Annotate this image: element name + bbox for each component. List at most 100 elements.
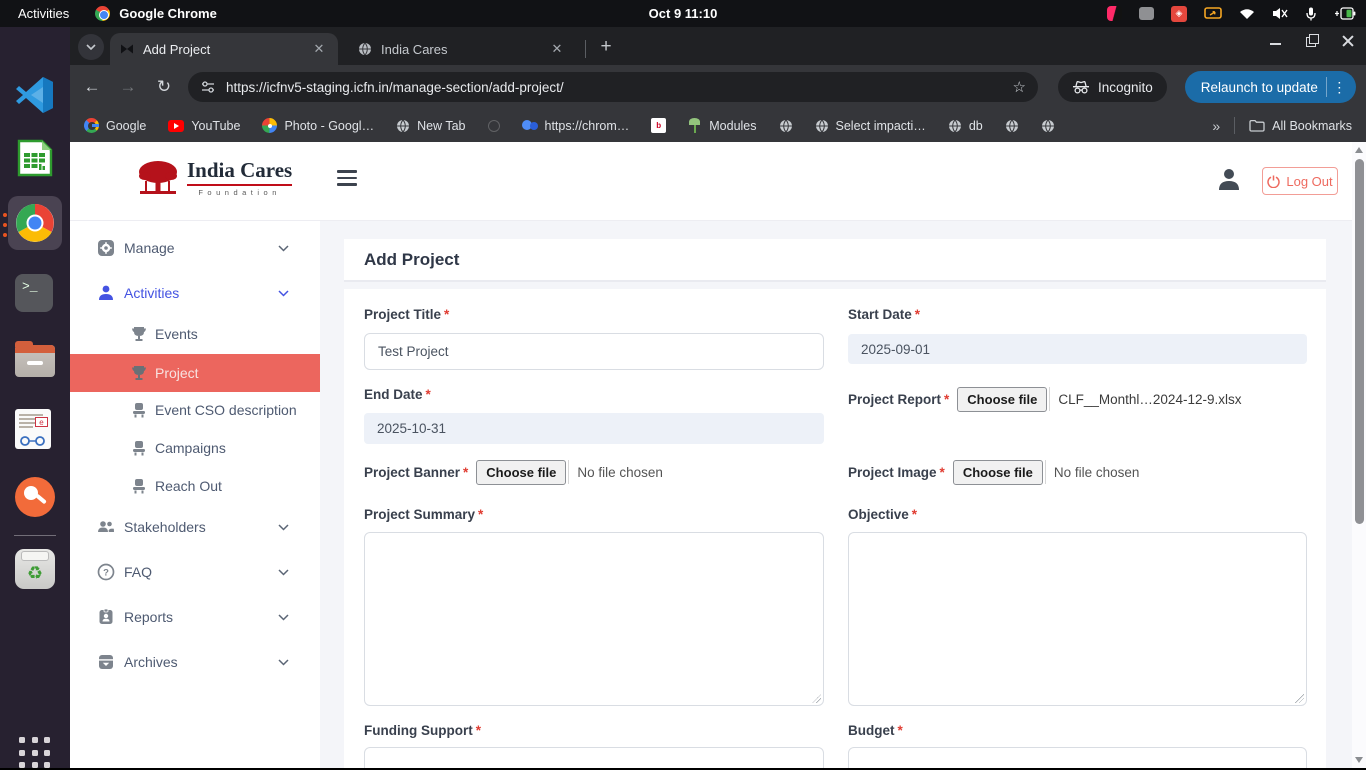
logout-button[interactable]: Log Out [1262, 167, 1338, 195]
dock-files-icon[interactable] [15, 341, 55, 381]
dock-libreoffice-calc-icon[interactable] [15, 139, 55, 179]
url-text[interactable]: https://icfnv5-staging.icfn.in/manage-se… [226, 80, 1013, 95]
relaunch-to-update-button[interactable]: Relaunch to update ⋮ [1185, 71, 1356, 103]
sidebar-item-campaigns[interactable]: Campaigns [70, 429, 320, 467]
objective-textarea[interactable] [848, 532, 1307, 706]
bookmark-google[interactable]: Google [84, 118, 146, 133]
budget-input[interactable] [848, 747, 1307, 768]
tab-add-project[interactable]: Add Project ✕ [110, 33, 338, 65]
browser-menu-icon[interactable]: ⋮ [1326, 77, 1352, 97]
back-button[interactable]: ← [78, 73, 106, 101]
scroll-down-arrow[interactable] [1355, 757, 1363, 763]
bookmark-youtube[interactable]: YouTube [168, 119, 240, 133]
screen-share-icon[interactable] [1204, 7, 1222, 21]
project-image-choose-file-button[interactable]: Choose file [953, 460, 1043, 485]
site-settings-icon[interactable] [200, 80, 216, 94]
tray-app-icon[interactable] [1107, 6, 1122, 21]
dock-vscode-icon[interactable] [15, 75, 55, 115]
resize-grip[interactable] [1295, 694, 1304, 703]
bookmark-new-tab[interactable]: New Tab [396, 119, 465, 133]
project-title-input[interactable] [364, 333, 824, 370]
plant-icon [688, 118, 702, 133]
bookmark-modules[interactable]: Modules [688, 118, 756, 133]
bookmark-blank[interactable] [488, 120, 500, 132]
scroll-up-arrow[interactable] [1355, 147, 1363, 153]
sidebar-item-events[interactable]: Events [70, 315, 320, 353]
project-banner-filerow: Project Banner* Choose file No file chos… [364, 459, 663, 485]
address-bar[interactable]: https://icfnv5-staging.icfn.in/manage-se… [188, 72, 1038, 102]
tab-close-icon[interactable]: ✕ [310, 40, 328, 58]
site-logo[interactable]: India Cares Foundation [137, 158, 292, 197]
app-grid-button[interactable] [19, 737, 52, 770]
sidebar-item-event-cso-description[interactable]: Event CSO description [70, 391, 320, 429]
battery-icon[interactable] [1334, 7, 1356, 20]
project-summary-textarea[interactable] [364, 532, 824, 706]
bookmark-globe-1[interactable] [779, 119, 793, 133]
bookmark-globe-3[interactable] [1041, 119, 1055, 133]
volume-muted-icon[interactable] [1272, 7, 1288, 20]
logout-label: Log Out [1286, 174, 1332, 189]
user-avatar-icon[interactable] [1216, 166, 1242, 197]
bookmark-google-photos[interactable]: Photo - Googl… [262, 118, 374, 133]
end-date-input[interactable] [364, 413, 824, 444]
window-close-button[interactable] [1342, 35, 1354, 47]
dock-document-viewer-icon[interactable]: e [15, 409, 55, 449]
objective-label: Objective* [848, 507, 917, 522]
project-banner-label: Project Banner* [364, 465, 468, 480]
scrollbar-thumb[interactable] [1355, 159, 1364, 524]
globe-icon [1041, 119, 1055, 133]
tab-close-icon[interactable]: ✕ [548, 40, 566, 58]
sidebar: Manage Activities [70, 221, 320, 768]
bookmark-star-icon[interactable]: ☆ [1013, 78, 1026, 96]
sidebar-item-project[interactable]: Project [70, 354, 320, 392]
focused-app-menu[interactable]: Google Chrome [95, 6, 217, 21]
sidebar-item-activities[interactable]: Activities [70, 274, 320, 312]
tray-chat-icon[interactable] [1139, 7, 1154, 20]
sidebar-item-manage[interactable]: Manage [70, 229, 320, 267]
bookmark-bajaj[interactable]: b [651, 118, 666, 133]
window-minimize-button[interactable] [1270, 35, 1282, 47]
tab-search-button[interactable] [78, 34, 104, 60]
youtube-icon [168, 120, 184, 132]
project-banner-choose-file-button[interactable]: Choose file [476, 460, 566, 485]
resize-grip[interactable] [812, 694, 821, 703]
new-tab-button[interactable]: + [594, 35, 618, 59]
bookmark-select-impact[interactable]: Select impacti… [815, 119, 926, 133]
bookmark-globe-2[interactable] [1005, 119, 1019, 133]
sidebar-item-archives[interactable]: Archives [70, 643, 320, 681]
sidebar-toggle-hamburger-icon[interactable] [337, 170, 357, 186]
dock-chrome-icon[interactable] [15, 203, 55, 243]
tray-sync-icon[interactable]: ◈ [1171, 6, 1187, 22]
sidebar-item-reach-out[interactable]: Reach Out [70, 467, 320, 505]
globe-icon [1005, 119, 1019, 133]
project-report-label: Project Report* [848, 392, 949, 407]
clock[interactable]: Oct 9 11:10 [649, 6, 718, 21]
project-title-label: Project Title* [364, 307, 449, 322]
file-divider [568, 460, 569, 484]
forward-button[interactable]: → [114, 73, 142, 101]
project-report-choose-file-button[interactable]: Choose file [957, 387, 1047, 412]
dock-terminal-icon[interactable]: >_ [15, 274, 53, 312]
activities-button[interactable]: Activities [18, 6, 69, 21]
all-bookmarks-button[interactable]: All Bookmarks [1249, 119, 1352, 133]
reload-button[interactable]: ↻ [150, 73, 178, 101]
microphone-icon[interactable] [1305, 7, 1317, 21]
sidebar-item-reports[interactable]: Reports [70, 598, 320, 636]
dock-postman-icon[interactable] [15, 477, 55, 517]
globe-icon [815, 119, 829, 133]
sidebar-item-faq[interactable]: ? FAQ [70, 553, 320, 591]
tab-india-cares[interactable]: India Cares ✕ [348, 33, 576, 65]
chevron-down-icon [278, 614, 289, 621]
bookmarks-overflow-button[interactable]: » [1212, 118, 1220, 134]
bookmark-chrome-link[interactable]: https://chrom… [522, 119, 630, 133]
dock-trash-icon[interactable]: ♻ [15, 549, 55, 589]
tab-title: Add Project [143, 42, 300, 57]
seat-icon [130, 439, 148, 457]
wifi-icon[interactable] [1239, 8, 1255, 20]
funding-support-input[interactable] [364, 747, 824, 768]
page-scrollbar[interactable] [1352, 142, 1366, 768]
start-date-input[interactable] [848, 334, 1307, 364]
bookmark-db[interactable]: db [948, 119, 983, 133]
sidebar-item-stakeholders[interactable]: Stakeholders [70, 508, 320, 546]
window-restore-button[interactable] [1306, 35, 1318, 47]
